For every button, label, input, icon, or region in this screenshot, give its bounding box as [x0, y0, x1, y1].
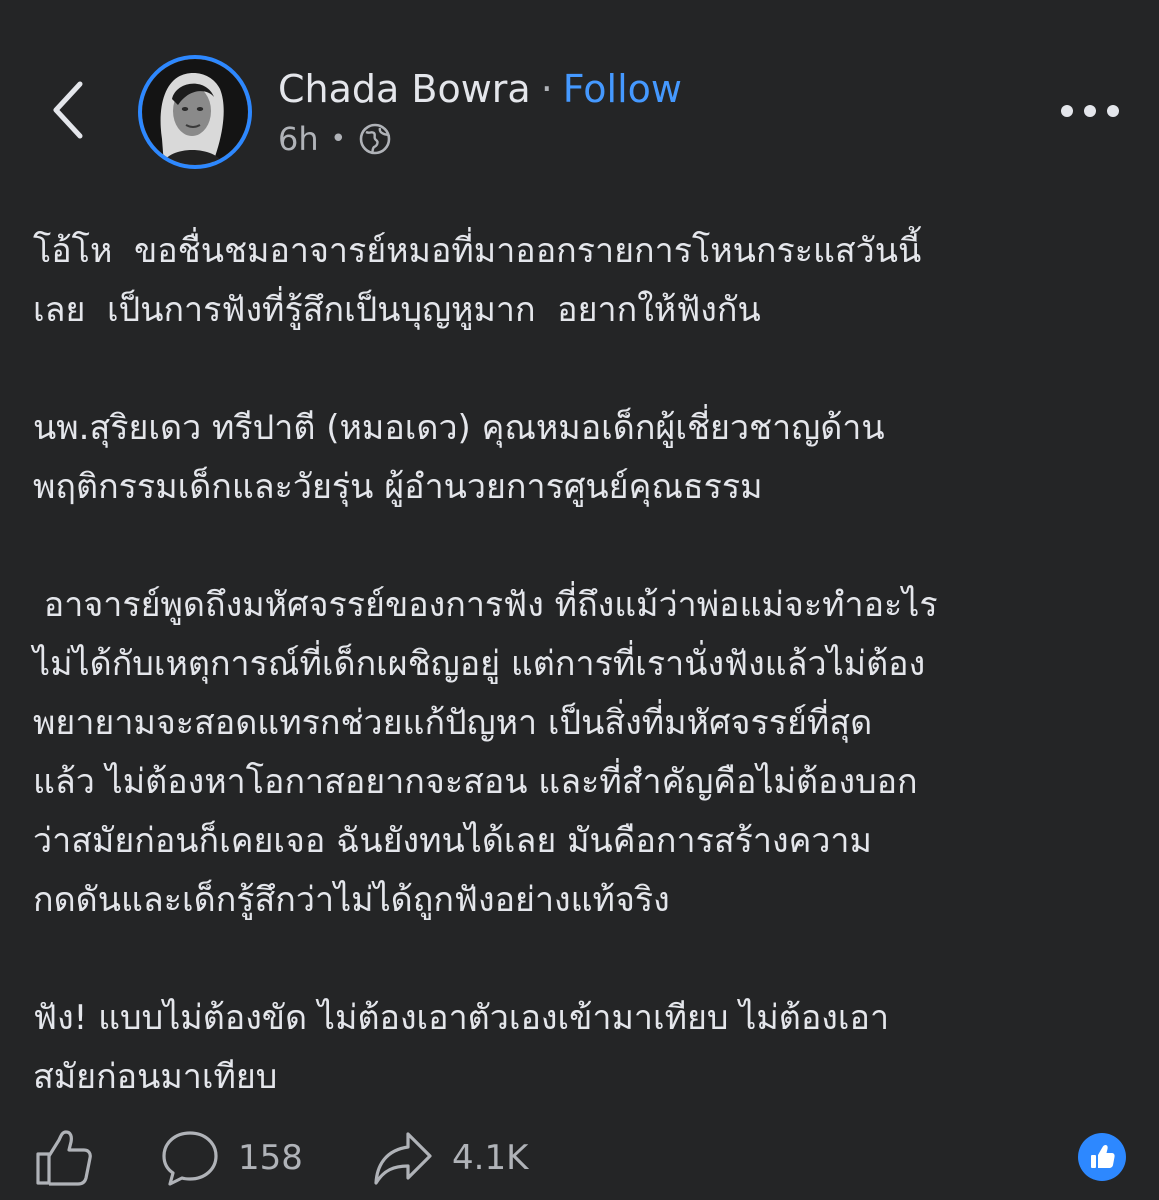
post-paragraph: ฟัง! แบบไม่ต้องขัด ไม่ต้องเอาตัวเองเข้าม…	[33, 989, 1133, 1107]
post-line: อาจารย์พูดถึงมหัศจรรย์ของการฟัง ที่ถึงแม…	[33, 585, 938, 625]
post-meta: 6h •	[278, 116, 392, 162]
reaction-badge[interactable]	[1078, 1133, 1126, 1181]
back-button[interactable]	[38, 78, 98, 142]
avatar[interactable]	[138, 55, 252, 169]
post-line: กดดันและเด็กรู้สึกว่าไม่ได้ถูกฟังอย่างแท…	[33, 880, 670, 920]
action-bar: 158 4.1K	[0, 1120, 1159, 1196]
post-line: แล้ว ไม่ต้องหาโอกาสอยากจะสอน และที่สำคัญ…	[33, 762, 918, 802]
post-text: โอ้โห ขอชื่นชมอาจารย์หมอที่มาออกรายการโห…	[33, 222, 1133, 1166]
like-reaction-icon	[1091, 1145, 1115, 1168]
post-paragraph: โอ้โห ขอชื่นชมอาจารย์หมอที่มาออกรายการโห…	[33, 222, 1133, 340]
share-count: 4.1K	[452, 1138, 529, 1178]
meta-separator: •	[330, 124, 346, 154]
post-line: ไม่ได้กับเหตุการณ์ที่เด็กเผชิญอยู่ แต่กา…	[33, 644, 926, 684]
post-line: ฟัง! แบบไม่ต้องขัด ไม่ต้องเอาตัวเองเข้าม…	[33, 998, 890, 1038]
avatar-photo	[142, 59, 248, 165]
author-row: Chada Bowra · Follow	[278, 64, 682, 114]
post-line: โอ้โห ขอชื่นชมอาจารย์หมอที่มาออกรายการโห…	[33, 231, 922, 271]
like-button[interactable]	[34, 1120, 94, 1196]
comment-bubble-icon	[162, 1131, 218, 1186]
share-button[interactable]: 4.1K	[372, 1120, 528, 1196]
post-paragraph: อาจารย์พูดถึงมหัศจรรย์ของการฟัง ที่ถึงแม…	[33, 576, 1133, 930]
post-line: นพ.สุริยเดว ทรีปาตี (หมอเดว) คุณหมอเด็กผ…	[33, 408, 885, 448]
post-paragraph: นพ.สุริยเดว ทรีปาตี (หมอเดว) คุณหมอเด็กผ…	[33, 399, 1133, 517]
timestamp[interactable]: 6h	[278, 120, 319, 158]
globe-icon	[359, 123, 391, 155]
comment-button[interactable]: 158	[160, 1120, 303, 1196]
more-options-button[interactable]	[1052, 88, 1128, 134]
follow-button[interactable]: Follow	[563, 67, 682, 111]
thumbs-up-icon	[36, 1130, 92, 1186]
more-horizontal-icon	[1061, 105, 1119, 117]
comment-count: 158	[238, 1138, 303, 1178]
post-line: สมัยก่อนมาเทียบ	[33, 1057, 278, 1097]
post-line: พฤติกรรมเด็กและวัยรุ่น ผู้อำนวยการศูนย์ค…	[33, 467, 763, 507]
chevron-left-icon	[53, 81, 83, 139]
name-separator: ·	[540, 67, 553, 111]
author-name[interactable]: Chada Bowra	[278, 67, 531, 111]
post-header: Chada Bowra · Follow 6h •	[0, 0, 1159, 200]
post-line: พยายามจะสอดแทรกช่วยแก้ปัญหา เป็นสิ่งที่ม…	[33, 703, 873, 743]
post-line: ว่าสมัยก่อนก็เคยเจอ ฉันยังทนได้เลย มันคื…	[33, 821, 872, 861]
share-arrow-icon	[374, 1132, 432, 1185]
post-line: เลย เป็นการฟังที่รู้สึกเป็นบุญหูมาก อยาก…	[33, 290, 761, 330]
